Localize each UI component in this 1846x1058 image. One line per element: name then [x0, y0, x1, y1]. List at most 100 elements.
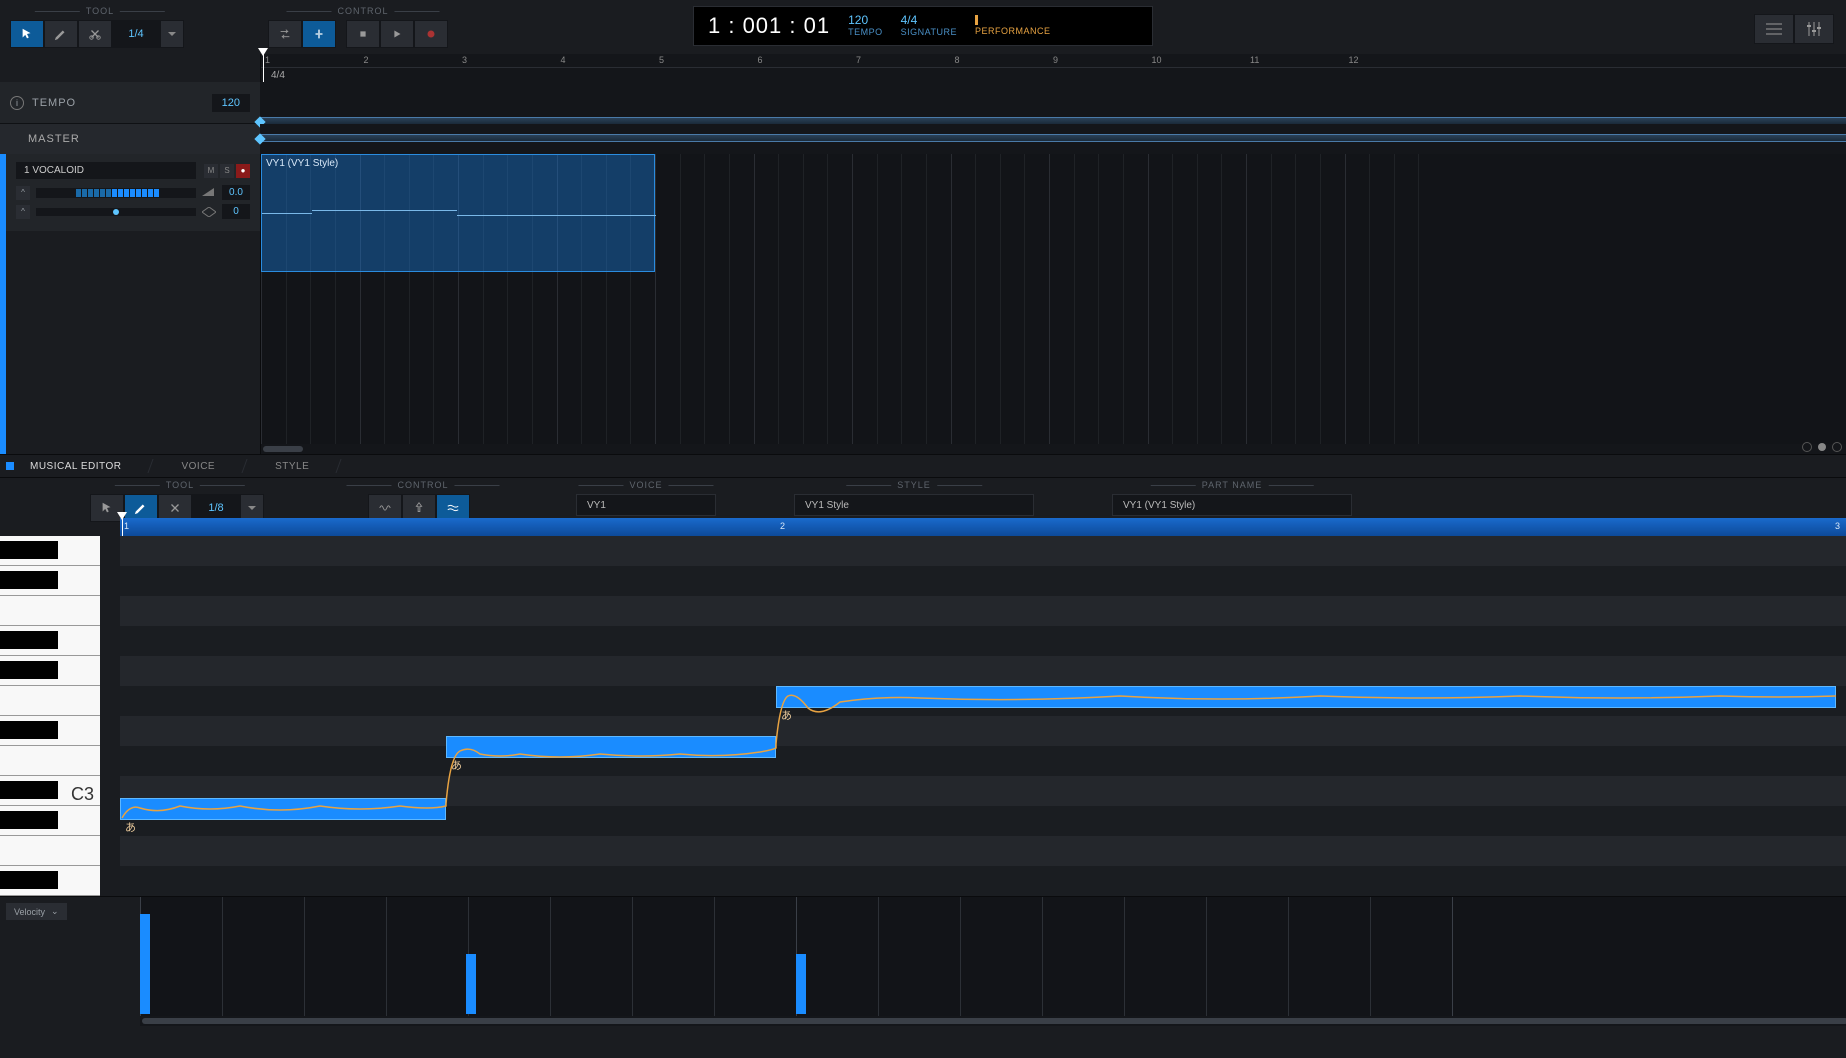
quantize-dropdown[interactable]	[160, 20, 184, 48]
velocity-param-select[interactable]: Velocity ⌄	[6, 903, 67, 920]
arrange-area[interactable]: VY1 (VY1 Style)	[260, 154, 1846, 454]
velocity-lane[interactable]	[140, 897, 1846, 1026]
white-key[interactable]	[0, 836, 100, 866]
black-key[interactable]	[0, 811, 58, 829]
zoom-reset-button[interactable]	[1818, 443, 1826, 451]
black-key[interactable]	[0, 631, 58, 649]
editor-playhead[interactable]	[122, 518, 123, 536]
transport-display: 1 : 001 : 01 120 TEMPO 4/4 SIGNATURE PER…	[693, 6, 1153, 46]
pan-value[interactable]: 0	[222, 204, 250, 219]
bar-ruler[interactable]: 123456789101112 4/4	[260, 54, 1846, 82]
tempo-header: i TEMPO 120	[0, 82, 260, 123]
editor-controls: TOOL 1/8 CONTROL VOICE VY1 STYLE VY1 Sty…	[0, 478, 1846, 518]
black-key[interactable]	[0, 661, 58, 679]
horizontal-scrollbar[interactable]	[261, 444, 1846, 454]
tempo-field[interactable]: 120	[212, 94, 250, 112]
black-key[interactable]	[0, 721, 58, 739]
note-lyric: あ	[781, 707, 792, 723]
white-key[interactable]	[0, 596, 100, 626]
editor-tabs: MUSICAL EDITOR VOICE STYLE	[0, 454, 1846, 478]
pencil-tool[interactable]	[44, 20, 78, 48]
editor-bar-number: 3	[1835, 521, 1840, 531]
record-arm-button[interactable]: ●	[236, 164, 250, 178]
velocity-bar[interactable]	[140, 914, 150, 1014]
ed-control-label: CONTROL	[397, 480, 448, 490]
automation-toggle[interactable]: ^	[16, 205, 30, 219]
white-key[interactable]	[0, 746, 100, 776]
pointer-tool[interactable]	[10, 20, 44, 48]
signature-value[interactable]: 4/4	[901, 14, 957, 27]
audio-clip[interactable]: VY1 (VY1 Style)	[261, 154, 655, 272]
volume-icon	[202, 188, 216, 198]
scrollbar-thumb[interactable]	[142, 1018, 1846, 1024]
zoom-out-button[interactable]	[1802, 442, 1812, 452]
zoom-in-button[interactable]	[1832, 442, 1842, 452]
black-key[interactable]	[0, 871, 58, 889]
bar-number: 1	[265, 55, 270, 65]
tab-musical-editor[interactable]: MUSICAL EDITOR	[0, 455, 151, 477]
note[interactable]: あ	[446, 736, 776, 758]
bar-number: 3	[462, 55, 467, 65]
scrollbar-thumb[interactable]	[263, 446, 303, 452]
piano-roll[interactable]: あ あ あ	[120, 536, 1846, 896]
record-button[interactable]	[414, 20, 448, 48]
volume-value[interactable]: 0.0	[222, 185, 250, 200]
part-name-field[interactable]: VY1 (VY1 Style)	[1112, 494, 1352, 516]
solo-button[interactable]: S	[220, 164, 234, 178]
control-group-label: CONTROL	[337, 6, 388, 16]
stop-button[interactable]	[346, 20, 380, 48]
velocity-sidebar: Velocity ⌄	[0, 897, 100, 1026]
note[interactable]: あ	[776, 686, 1836, 708]
pan-icon	[202, 207, 216, 217]
performance-indicator	[975, 15, 978, 25]
velocity-bar[interactable]	[796, 954, 806, 1014]
tempo-label: TEMPO	[32, 97, 76, 109]
voice-select[interactable]: VY1	[576, 494, 716, 516]
mute-button[interactable]: M	[204, 164, 218, 178]
position-display[interactable]: 1 : 001 : 01	[708, 13, 830, 39]
track-panel: 1 VOCALOID M S ● ^ 0.0 ^ 0	[0, 154, 260, 454]
tab-style[interactable]: STYLE	[245, 455, 339, 477]
chevron-down-icon: ⌄	[51, 906, 59, 917]
signature-lane[interactable]	[260, 134, 1846, 142]
track-name[interactable]: 1 VOCALOID	[16, 162, 196, 179]
track-header[interactable]: 1 VOCALOID M S ● ^ 0.0 ^ 0	[6, 154, 260, 231]
bar-number: 10	[1152, 55, 1162, 65]
black-key[interactable]	[0, 571, 58, 589]
quantize-value[interactable]: 1/4	[112, 20, 160, 48]
loop-button[interactable]	[268, 20, 302, 48]
pan-handle-icon[interactable]	[113, 209, 119, 215]
mixer-button[interactable]	[1794, 14, 1834, 44]
volume-meter[interactable]	[36, 188, 196, 198]
note[interactable]: あ	[120, 798, 446, 820]
list-view-button[interactable]	[1754, 14, 1794, 44]
bar-number: 2	[364, 55, 369, 65]
tab-voice[interactable]: VOICE	[151, 455, 245, 477]
velocity-bar[interactable]	[466, 954, 476, 1014]
black-key[interactable]	[0, 541, 58, 559]
playhead-marker-icon	[258, 48, 268, 56]
editor-scrollbar[interactable]	[140, 1016, 1846, 1026]
info-icon[interactable]: i	[10, 96, 24, 110]
track-color-strip	[0, 154, 6, 454]
piano-keyboard[interactable]: C3	[0, 536, 100, 896]
collapse-toggle[interactable]: ^	[16, 186, 30, 200]
bar-number: 6	[758, 55, 763, 65]
playhead[interactable]	[263, 54, 264, 82]
voice-label: VOICE	[629, 480, 662, 490]
pan-slider[interactable]	[36, 208, 196, 216]
tempo-value[interactable]: 120	[848, 14, 883, 27]
white-key[interactable]	[0, 686, 100, 716]
time-signature: 4/4	[271, 70, 285, 81]
note-lyric: あ	[125, 819, 136, 835]
play-button[interactable]	[380, 20, 414, 48]
snap-button[interactable]	[302, 20, 336, 48]
playhead-marker-icon	[117, 512, 127, 520]
style-select[interactable]: VY1 Style	[794, 494, 1034, 516]
editor-ruler[interactable]: 123	[120, 518, 1846, 536]
black-key[interactable]	[0, 781, 58, 799]
key-strip	[100, 536, 120, 896]
scissors-tool[interactable]	[78, 20, 112, 48]
note-lyric: あ	[451, 757, 462, 773]
signature-label: SIGNATURE	[901, 28, 957, 38]
